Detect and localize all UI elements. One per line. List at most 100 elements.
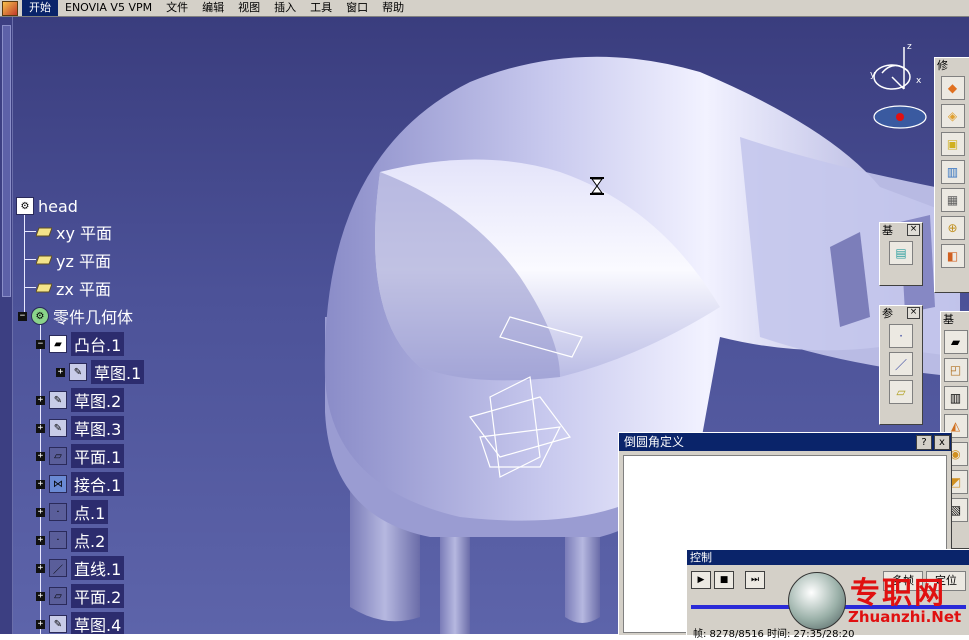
- gear-icon: ⚙: [31, 307, 49, 325]
- tree-node[interactable]: + ／ 直线.1: [36, 556, 125, 580]
- play-icon[interactable]: ▶: [691, 571, 711, 589]
- toolbar-title: 参: [882, 307, 893, 320]
- menu-edit[interactable]: 编辑: [195, 0, 231, 16]
- tree-node[interactable]: yz 平面: [36, 249, 111, 271]
- modify-tool-2-button[interactable]: ◈: [940, 104, 965, 128]
- expand-icon[interactable]: +: [36, 479, 45, 489]
- expand-icon[interactable]: +: [36, 451, 45, 461]
- plane-icon[interactable]: ▱: [889, 380, 913, 404]
- tree-node-label: 接合.1: [71, 472, 125, 496]
- tree-node[interactable]: + ✎ 草图.3: [36, 416, 125, 440]
- plane-icon: [36, 252, 52, 268]
- toolbar-title: 基: [882, 224, 893, 237]
- plane-icon: ▱: [49, 447, 67, 465]
- expand-icon[interactable]: +: [36, 507, 45, 517]
- tree-node[interactable]: + ▱ 平面.1: [36, 444, 125, 468]
- layers-icon[interactable]: ▤: [889, 241, 913, 265]
- modify-tool-3-button[interactable]: ▣: [940, 132, 965, 156]
- tree-node[interactable]: + ▱ 平面.2: [36, 584, 125, 608]
- tree-node-label: 草图.1: [91, 360, 145, 384]
- tree-node-label: 平面.1: [71, 444, 125, 468]
- target-icon[interactable]: ⊕: [940, 216, 965, 240]
- expand-icon[interactable]: +: [36, 535, 45, 545]
- compass-widget[interactable]: z x y: [864, 39, 934, 134]
- close-icon[interactable]: ×: [907, 224, 920, 236]
- base-tool-2-button[interactable]: ◰: [943, 358, 968, 382]
- modify-tool-4-button[interactable]: ▥: [940, 160, 965, 184]
- tree-node[interactable]: + ✎ 草图.1: [56, 360, 145, 384]
- tree-node-label: 零件几何体: [53, 308, 134, 327]
- tree-root[interactable]: ⚙ head: [16, 195, 78, 217]
- menu-file[interactable]: 文件: [159, 0, 195, 16]
- base-tool-1-button[interactable]: ▰: [943, 330, 968, 354]
- modify-tool-1-button[interactable]: ◆: [940, 76, 965, 100]
- pad-icon: ▰: [49, 335, 67, 353]
- tree-node-label: 平面.2: [71, 584, 125, 608]
- toolbar-title: 基: [943, 313, 954, 326]
- plane-icon: [36, 224, 52, 240]
- tree-node-label: 凸台.1: [71, 332, 125, 356]
- base-toolbar: 基 × ▤: [879, 222, 923, 286]
- menu-help[interactable]: 帮助: [375, 0, 411, 16]
- menu-insert[interactable]: 插入: [267, 0, 303, 16]
- expand-icon[interactable]: +: [36, 619, 45, 629]
- step-icon[interactable]: ⏭: [745, 571, 765, 589]
- base-tool-3-button[interactable]: ▥: [943, 386, 968, 410]
- expand-icon[interactable]: +: [36, 395, 45, 405]
- plane-icon: [36, 280, 52, 296]
- tree-node[interactable]: + · 点.2: [36, 528, 109, 552]
- point-icon: ·: [49, 503, 67, 521]
- compass-y-label: y: [870, 70, 876, 80]
- watermark-cn: 专职网: [850, 576, 946, 611]
- control-title: 控制: [687, 550, 969, 565]
- dialog-title: 倒圆角定义: [624, 435, 685, 449]
- tree-node-label: yz 平面: [56, 252, 111, 271]
- expand-icon[interactable]: +: [56, 367, 65, 377]
- sketch-icon: ✎: [49, 615, 67, 633]
- tree-node[interactable]: − ▰ 凸台.1: [36, 332, 125, 356]
- compass-x-label: x: [916, 76, 922, 86]
- modify-tool-7-button[interactable]: ◧: [940, 244, 965, 268]
- menu-tools[interactable]: 工具: [303, 0, 339, 16]
- tree-node[interactable]: + ⋈ 接合.1: [36, 472, 125, 496]
- tree-node[interactable]: + · 点.1: [36, 500, 109, 524]
- tree-node-label: 草图.2: [71, 388, 125, 412]
- plane-icon: ▱: [49, 587, 67, 605]
- point-icon[interactable]: ·: [889, 324, 913, 348]
- tree-node-body[interactable]: − ⚙ 零件几何体: [18, 305, 133, 327]
- menu-bar: 开始 ENOVIA V5 VPM 文件 编辑 视图 插入 工具 窗口 帮助: [0, 0, 969, 17]
- toolbar-title: 修: [937, 59, 948, 72]
- part-icon: ⚙: [16, 197, 34, 215]
- help-icon[interactable]: ?: [916, 435, 932, 450]
- line-icon: ／: [49, 559, 67, 577]
- collapse-icon[interactable]: −: [36, 339, 45, 349]
- tree-node-label: 草图.4: [71, 612, 125, 634]
- close-icon[interactable]: ×: [907, 307, 920, 319]
- tree-node[interactable]: + ✎ 草图.4: [36, 612, 125, 634]
- point-icon: ·: [49, 531, 67, 549]
- tree-root-label: head: [38, 196, 78, 216]
- catia-logo-icon[interactable]: [2, 0, 18, 16]
- menu-enovia[interactable]: ENOVIA V5 VPM: [58, 0, 159, 16]
- tree-node-label: zx 平面: [56, 280, 111, 299]
- close-icon[interactable]: x: [934, 435, 950, 450]
- tree-node[interactable]: xy 平面: [36, 221, 112, 243]
- modify-tool-5-button[interactable]: ▦: [940, 188, 965, 212]
- tree-node[interactable]: + ✎ 草图.2: [36, 388, 125, 412]
- sketch-icon: ✎: [49, 419, 67, 437]
- sketch-icon: ✎: [49, 391, 67, 409]
- menu-window[interactable]: 窗口: [339, 0, 375, 16]
- line-icon[interactable]: ／: [889, 352, 913, 376]
- expand-icon[interactable]: +: [36, 563, 45, 573]
- menu-view[interactable]: 视图: [231, 0, 267, 16]
- specification-tree: ⚙ head xy 平面 yz 平面 zx 平面 − ⚙ 零件几何体 − ▰ 凸…: [16, 195, 206, 634]
- tree-node-label: xy 平面: [56, 224, 113, 243]
- expand-icon[interactable]: +: [36, 591, 45, 601]
- watermark-en: Zhuanzhi.Net: [848, 608, 962, 626]
- tree-node[interactable]: zx 平面: [36, 277, 111, 299]
- stop-icon[interactable]: ■: [714, 571, 734, 589]
- collapse-icon[interactable]: −: [18, 311, 27, 321]
- expand-icon[interactable]: +: [36, 423, 45, 433]
- menu-start[interactable]: 开始: [22, 0, 58, 16]
- reference-toolbar: 参 × · ／ ▱: [879, 305, 923, 425]
